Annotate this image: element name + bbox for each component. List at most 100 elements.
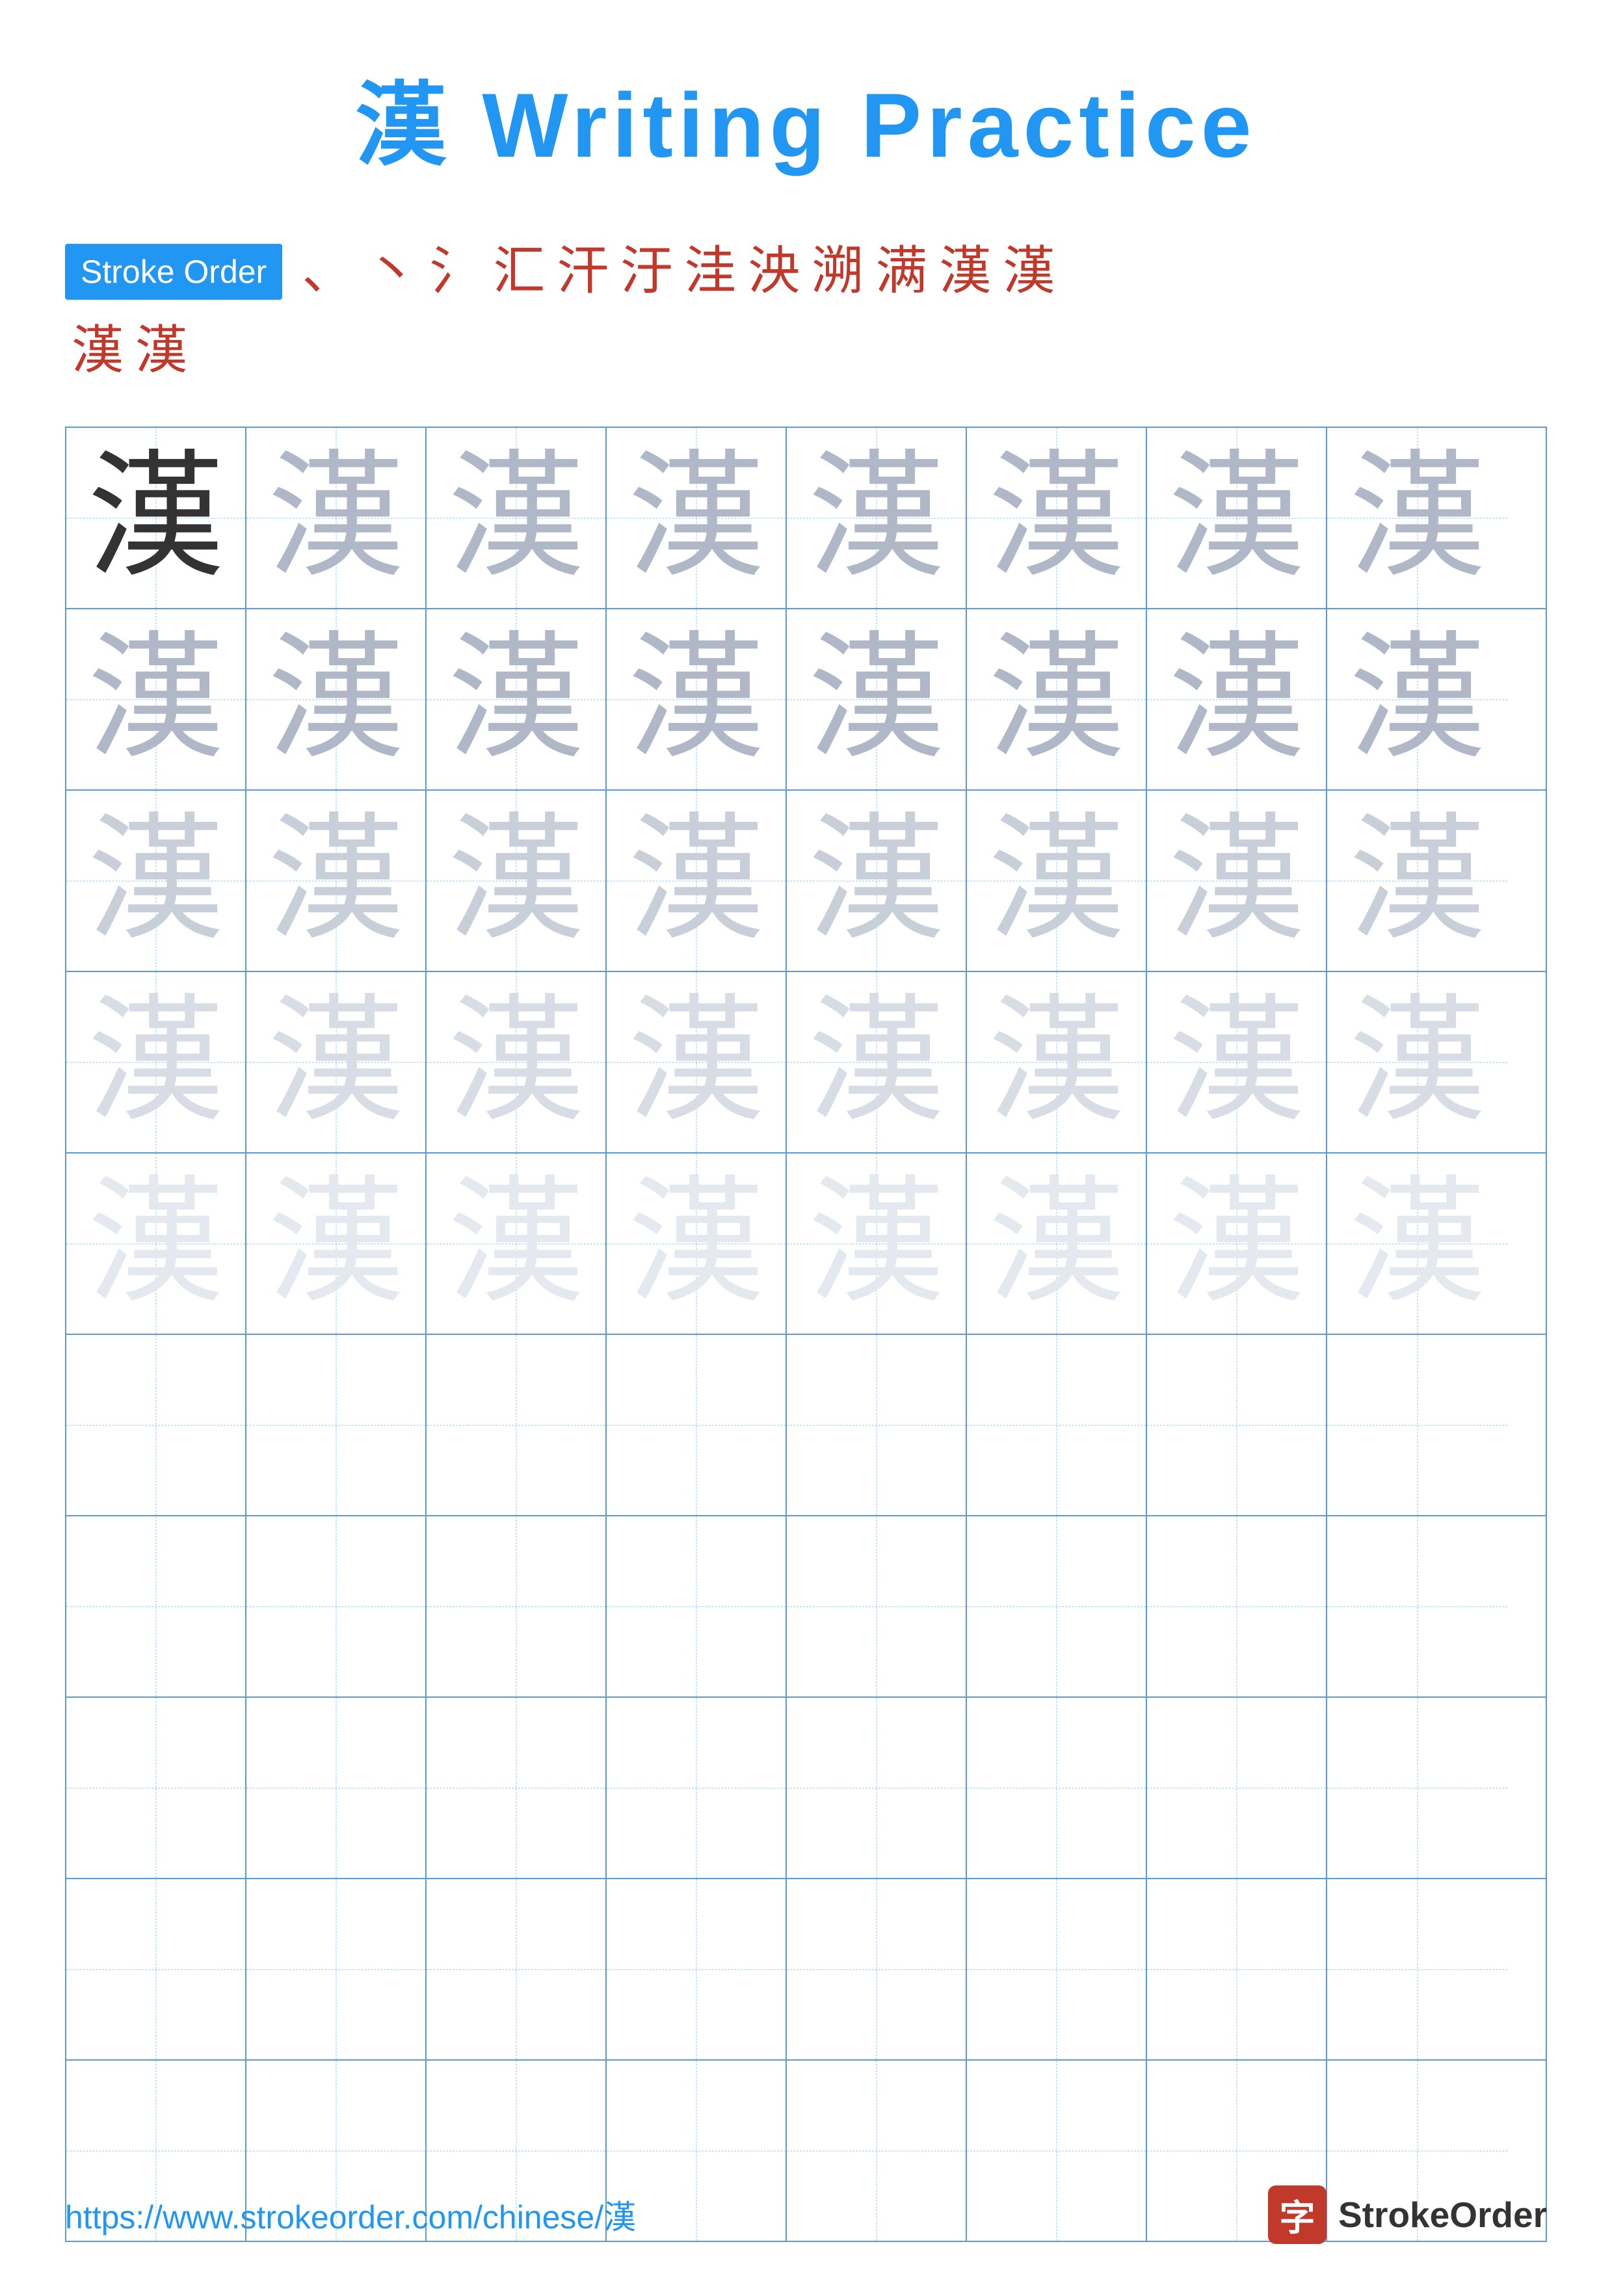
grid-cell-4-2[interactable]: 漢 xyxy=(246,972,427,1152)
grid-cell-7-1[interactable] xyxy=(66,1516,246,1696)
stroke-char-8: 泱 xyxy=(748,235,800,308)
grid-cell-5-4[interactable]: 漢 xyxy=(607,1154,787,1334)
grid-cell-5-8[interactable]: 漢 xyxy=(1327,1154,1507,1334)
grid-cell-3-2[interactable]: 漢 xyxy=(246,791,427,971)
grid-cell-2-5[interactable]: 漢 xyxy=(787,609,967,789)
grid-cell-4-6[interactable]: 漢 xyxy=(967,972,1147,1152)
grid-cell-9-1[interactable] xyxy=(66,1879,246,2059)
grid-cell-4-1[interactable]: 漢 xyxy=(66,972,246,1152)
grid-cell-3-6[interactable]: 漢 xyxy=(967,791,1147,971)
grid-cell-6-6[interactable] xyxy=(967,1335,1147,1515)
stroke-char-9: 溯 xyxy=(812,235,864,308)
footer-logo: 字 StrokeOrder xyxy=(1268,2185,1547,2244)
grid-cell-7-8[interactable] xyxy=(1327,1516,1507,1696)
grid-cell-4-5[interactable]: 漢 xyxy=(787,972,967,1152)
grid-cell-7-7[interactable] xyxy=(1147,1516,1327,1696)
grid-row-8 xyxy=(66,1698,1546,1879)
grid-cell-5-7[interactable]: 漢 xyxy=(1147,1154,1327,1334)
grid-cell-3-3[interactable]: 漢 xyxy=(427,791,607,971)
practice-char: 漢 xyxy=(447,1176,584,1312)
grid-row-6 xyxy=(66,1335,1546,1516)
practice-char: 漢 xyxy=(447,813,584,949)
grid-cell-7-3[interactable] xyxy=(427,1516,607,1696)
grid-cell-5-3[interactable]: 漢 xyxy=(427,1154,607,1334)
practice-char: 漢 xyxy=(87,1176,224,1312)
grid-cell-9-6[interactable] xyxy=(967,1879,1147,2059)
footer-url[interactable]: https://www.strokeorder.com/chinese/漢 xyxy=(65,2191,636,2238)
grid-cell-6-8[interactable] xyxy=(1327,1335,1507,1515)
grid-cell-3-5[interactable]: 漢 xyxy=(787,791,967,971)
grid-cell-8-3[interactable] xyxy=(427,1698,607,1878)
grid-cell-8-2[interactable] xyxy=(246,1698,427,1878)
grid-cell-6-1[interactable] xyxy=(66,1335,246,1515)
grid-cell-4-8[interactable]: 漢 xyxy=(1327,972,1507,1152)
grid-cell-4-7[interactable]: 漢 xyxy=(1147,972,1327,1152)
practice-char: 漢 xyxy=(808,450,944,587)
grid-cell-8-4[interactable] xyxy=(607,1698,787,1878)
stroke-char-10: 满 xyxy=(875,235,927,308)
grid-cell-7-2[interactable] xyxy=(246,1516,427,1696)
grid-cell-6-5[interactable] xyxy=(787,1335,967,1515)
grid-cell-5-2[interactable]: 漢 xyxy=(246,1154,427,1334)
grid-row-4: 漢 漢 漢 漢 漢 漢 漢 漢 xyxy=(66,972,1546,1154)
grid-cell-2-1[interactable]: 漢 xyxy=(66,609,246,789)
stroke-order-row2: 漢 漢 xyxy=(72,315,1547,388)
practice-char: 漢 xyxy=(1349,994,1485,1131)
practice-char: 漢 xyxy=(1168,631,1304,768)
strokeorder-icon: 字 xyxy=(1268,2185,1327,2244)
practice-char: 漢 xyxy=(808,813,944,949)
grid-cell-8-1[interactable] xyxy=(66,1698,246,1878)
grid-cell-9-5[interactable] xyxy=(787,1879,967,2059)
grid-cell-3-4[interactable]: 漢 xyxy=(607,791,787,971)
grid-cell-8-6[interactable] xyxy=(967,1698,1147,1878)
grid-row-3: 漢 漢 漢 漢 漢 漢 漢 漢 xyxy=(66,791,1546,972)
grid-cell-3-7[interactable]: 漢 xyxy=(1147,791,1327,971)
grid-cell-9-3[interactable] xyxy=(427,1879,607,2059)
grid-cell-1-8[interactable]: 漢 xyxy=(1327,428,1507,608)
grid-cell-7-4[interactable] xyxy=(607,1516,787,1696)
grid-cell-9-8[interactable] xyxy=(1327,1879,1507,2059)
practice-char: 漢 xyxy=(988,450,1124,587)
grid-cell-3-1[interactable]: 漢 xyxy=(66,791,246,971)
grid-cell-6-4[interactable] xyxy=(607,1335,787,1515)
grid-cell-1-5[interactable]: 漢 xyxy=(787,428,967,608)
grid-cell-5-1[interactable]: 漢 xyxy=(66,1154,246,1334)
grid-cell-7-6[interactable] xyxy=(967,1516,1147,1696)
grid-cell-3-8[interactable]: 漢 xyxy=(1327,791,1507,971)
stroke-char-5: 汗 xyxy=(557,235,609,308)
grid-cell-4-3[interactable]: 漢 xyxy=(427,972,607,1152)
grid-cell-6-3[interactable] xyxy=(427,1335,607,1515)
grid-cell-1-1[interactable]: 漢 xyxy=(66,428,246,608)
grid-cell-5-6[interactable]: 漢 xyxy=(967,1154,1147,1334)
grid-cell-1-4[interactable]: 漢 xyxy=(607,428,787,608)
grid-cell-2-6[interactable]: 漢 xyxy=(967,609,1147,789)
grid-cell-8-5[interactable] xyxy=(787,1698,967,1878)
practice-char: 漢 xyxy=(988,1176,1124,1312)
grid-cell-8-7[interactable] xyxy=(1147,1698,1327,1878)
grid-cell-9-4[interactable] xyxy=(607,1879,787,2059)
grid-cell-9-7[interactable] xyxy=(1147,1879,1327,2059)
stroke-char-14: 漢 xyxy=(135,315,187,388)
grid-cell-1-3[interactable]: 漢 xyxy=(427,428,607,608)
grid-cell-2-3[interactable]: 漢 xyxy=(427,609,607,789)
footer-logo-text: StrokeOrder xyxy=(1338,2194,1547,2236)
grid-cell-7-5[interactable] xyxy=(787,1516,967,1696)
grid-cell-8-8[interactable] xyxy=(1327,1698,1507,1878)
grid-cell-2-4[interactable]: 漢 xyxy=(607,609,787,789)
footer: https://www.strokeorder.com/chinese/漢 字 … xyxy=(65,2185,1547,2244)
grid-cell-1-7[interactable]: 漢 xyxy=(1147,428,1327,608)
practice-char: 漢 xyxy=(628,813,764,949)
grid-cell-1-2[interactable]: 漢 xyxy=(246,428,427,608)
grid-cell-6-7[interactable] xyxy=(1147,1335,1327,1515)
grid-cell-2-7[interactable]: 漢 xyxy=(1147,609,1327,789)
stroke-char-7: 洼 xyxy=(684,235,736,308)
grid-cell-9-2[interactable] xyxy=(246,1879,427,2059)
grid-cell-1-6[interactable]: 漢 xyxy=(967,428,1147,608)
practice-char: 漢 xyxy=(1349,813,1485,949)
grid-cell-4-4[interactable]: 漢 xyxy=(607,972,787,1152)
stroke-char-2: 丶 xyxy=(365,235,417,308)
grid-cell-2-8[interactable]: 漢 xyxy=(1327,609,1507,789)
grid-cell-5-5[interactable]: 漢 xyxy=(787,1154,967,1334)
grid-cell-6-2[interactable] xyxy=(246,1335,427,1515)
grid-cell-2-2[interactable]: 漢 xyxy=(246,609,427,789)
